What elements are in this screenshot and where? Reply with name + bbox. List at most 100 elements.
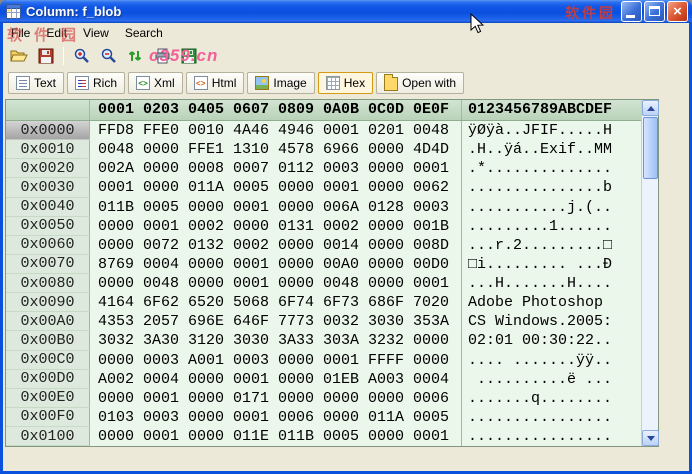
address-cell[interactable]: 0x0010 (6, 140, 90, 160)
tab-xml[interactable]: Xml (128, 71, 183, 94)
address-cell[interactable]: 0x0090 (6, 293, 90, 313)
tab-image[interactable]: Image (247, 71, 315, 94)
hex-bytes-cell[interactable]: 0048 0000 FFE1 1310 4578 6966 0000 4D4D (90, 140, 461, 159)
scroll-up-button[interactable] (642, 100, 659, 116)
hex-bytes-cell[interactable]: 0000 0001 0000 011E 011B 0005 0000 0001 (90, 427, 461, 446)
xml-icon (136, 75, 151, 90)
hex-bytes-cell[interactable]: A002 0004 0000 0001 0000 01EB A003 0004 (90, 370, 461, 389)
ascii-cell[interactable]: ...........j.(.. (461, 197, 641, 217)
hex-bytes-cell[interactable]: 4353 2057 696E 646F 7773 0032 3030 353A (90, 312, 461, 331)
hex-bytes-cell[interactable]: 0000 0003 A001 0003 0000 0001 FFFF 0000 (90, 351, 461, 370)
maximize-button[interactable] (644, 1, 665, 22)
hex-row: 0x0020 002A 0000 0008 0007 0112 0003 0000… (6, 159, 641, 179)
export-button[interactable] (177, 44, 201, 68)
hex-row: 0x00B0 3032 3A30 3120 3030 3A33 303A 3232… (6, 331, 641, 351)
tab-html[interactable]: Html (185, 71, 245, 94)
ascii-cell[interactable]: ...H.......H.... (461, 274, 641, 294)
address-cell[interactable]: 0x0100 (6, 427, 90, 447)
tab-rich[interactable]: Rich (67, 71, 126, 94)
hex-row: 0x0040 011B 0005 0000 0001 0000 006A 0128… (6, 197, 641, 217)
save-icon (38, 48, 54, 63)
titlebar[interactable]: Column: f_blob 软件园 × (0, 0, 692, 23)
close-icon: × (673, 3, 682, 20)
address-cell[interactable]: 0x0000 (6, 121, 90, 141)
zoom-out-button[interactable] (96, 44, 120, 68)
close-button[interactable]: × (667, 1, 688, 22)
ascii-cell[interactable]: □i......... ...Ð (461, 254, 641, 274)
address-cell[interactable]: 0x0070 (6, 254, 90, 274)
client-area: File Edit View Search 软件园 c359.cn Text R… (3, 23, 689, 471)
ascii-cell[interactable]: .H..ÿá..Exif..MM (461, 140, 641, 160)
tab-label: Hex (343, 75, 366, 90)
hex-bytes-cell[interactable]: 3032 3A30 3120 3030 3A33 303A 3232 0000 (90, 331, 461, 350)
zoom-in-icon (74, 48, 89, 63)
hex-bytes-cell[interactable]: 8769 0004 0000 0001 0000 00A0 0000 00D0 (90, 255, 461, 274)
menu-search[interactable]: Search (117, 24, 171, 42)
zoom-out-icon (101, 48, 116, 63)
ascii-cell[interactable]: CS Windows.2005: (461, 312, 641, 332)
address-cell[interactable]: 0x0020 (6, 159, 90, 179)
hex-grid-header: 0001 0203 0405 0607 0809 0A0B 0C0D 0E0F … (6, 100, 641, 121)
ascii-cell[interactable]: 02:01 00:30:22.. (461, 331, 641, 351)
address-cell[interactable]: 0x00F0 (6, 407, 90, 427)
print-button[interactable] (150, 44, 174, 68)
hex-grid: 0001 0203 0405 0607 0809 0A0B 0C0D 0E0F … (5, 99, 659, 447)
toolbar: c359.cn (3, 42, 689, 69)
address-cell[interactable]: 0x0040 (6, 197, 90, 217)
hex-bytes-cell[interactable]: 0000 0048 0000 0001 0000 0048 0000 0001 (90, 274, 461, 293)
hex-row: 0x0030 0001 0000 011A 0005 0000 0001 0000… (6, 178, 641, 198)
ascii-cell[interactable]: .... .......ÿÿ.. (461, 350, 641, 370)
address-cell[interactable]: 0x00E0 (6, 388, 90, 408)
hex-bytes-cell[interactable]: 0103 0003 0000 0001 0006 0000 011A 0005 (90, 408, 461, 427)
refresh-button[interactable] (123, 44, 147, 68)
tab-text[interactable]: Text (8, 71, 65, 94)
vertical-scrollbar[interactable] (641, 100, 659, 446)
text-icon (16, 75, 30, 90)
address-cell[interactable]: 0x00A0 (6, 312, 90, 332)
menu-view[interactable]: View (75, 24, 117, 42)
address-cell[interactable]: 0x0060 (6, 235, 90, 255)
hex-row: 0x00E0 0000 0001 0000 0171 0000 0000 0000… (6, 388, 641, 408)
open-button[interactable] (7, 44, 31, 68)
hex-bytes-cell[interactable]: 002A 0000 0008 0007 0112 0003 0000 0001 (90, 159, 461, 178)
tab-label: Open with (402, 75, 457, 90)
hex-bytes-cell[interactable]: 0000 0001 0002 0000 0131 0002 0000 001B (90, 217, 461, 236)
ascii-cell[interactable]: ..........ë ... (461, 369, 641, 389)
refresh-icon (128, 50, 142, 61)
address-cell[interactable]: 0x00C0 (6, 350, 90, 370)
tab-hex[interactable]: Hex (317, 71, 374, 94)
ascii-cell[interactable]: .........1...... (461, 216, 641, 236)
ascii-cell[interactable]: ................ (461, 427, 641, 447)
address-cell[interactable]: 0x00B0 (6, 331, 90, 351)
hex-bytes-cell[interactable]: 0001 0000 011A 0005 0000 0001 0000 0062 (90, 178, 461, 197)
hex-bytes-cell[interactable]: 011B 0005 0000 0001 0000 006A 0128 0003 (90, 198, 461, 217)
ascii-cell[interactable]: ÿØÿà..JFIF.....H (461, 121, 641, 141)
hex-bytes-cell[interactable]: FFD8 FFE0 0010 4A46 4946 0001 0201 0048 (90, 121, 461, 140)
address-cell[interactable]: 0x0080 (6, 274, 90, 294)
ascii-cell[interactable]: ................ (461, 407, 641, 427)
scroll-down-button[interactable] (642, 430, 659, 446)
ascii-cell[interactable]: Adobe Photoshop (461, 293, 641, 313)
address-cell[interactable]: 0x00D0 (6, 369, 90, 389)
ascii-cell[interactable]: ...r.2.........□ (461, 235, 641, 255)
save-button[interactable] (34, 44, 58, 68)
hex-bytes-cell[interactable]: 4164 6F62 6520 5068 6F74 6F73 686F 7020 (90, 293, 461, 312)
zoom-in-button[interactable] (69, 44, 93, 68)
menu-edit[interactable]: Edit (38, 24, 75, 42)
hex-row: 0x00A0 4353 2057 696E 646F 7773 0032 3030… (6, 312, 641, 332)
ascii-cell[interactable]: .*.............. (461, 159, 641, 179)
hex-bytes-cell[interactable]: 0000 0072 0132 0002 0000 0014 0000 008D (90, 236, 461, 255)
window-controls: × (621, 1, 688, 22)
watermark-title: 软件园 (565, 5, 616, 21)
address-cell[interactable]: 0x0030 (6, 178, 90, 198)
minimize-button[interactable] (621, 1, 642, 22)
ascii-cell[interactable]: .......q........ (461, 388, 641, 408)
ascii-cell[interactable]: ...............b (461, 178, 641, 198)
hex-bytes-cell[interactable]: 0000 0001 0000 0171 0000 0000 0000 0006 (90, 389, 461, 408)
hex-row: 0x0070 8769 0004 0000 0001 0000 00A0 0000… (6, 254, 641, 274)
menu-file[interactable]: File (3, 24, 38, 42)
app-icon (6, 4, 21, 19)
scrollbar-thumb[interactable] (643, 117, 658, 179)
tab-open-with[interactable]: Open with (376, 71, 465, 94)
address-cell[interactable]: 0x0050 (6, 216, 90, 236)
